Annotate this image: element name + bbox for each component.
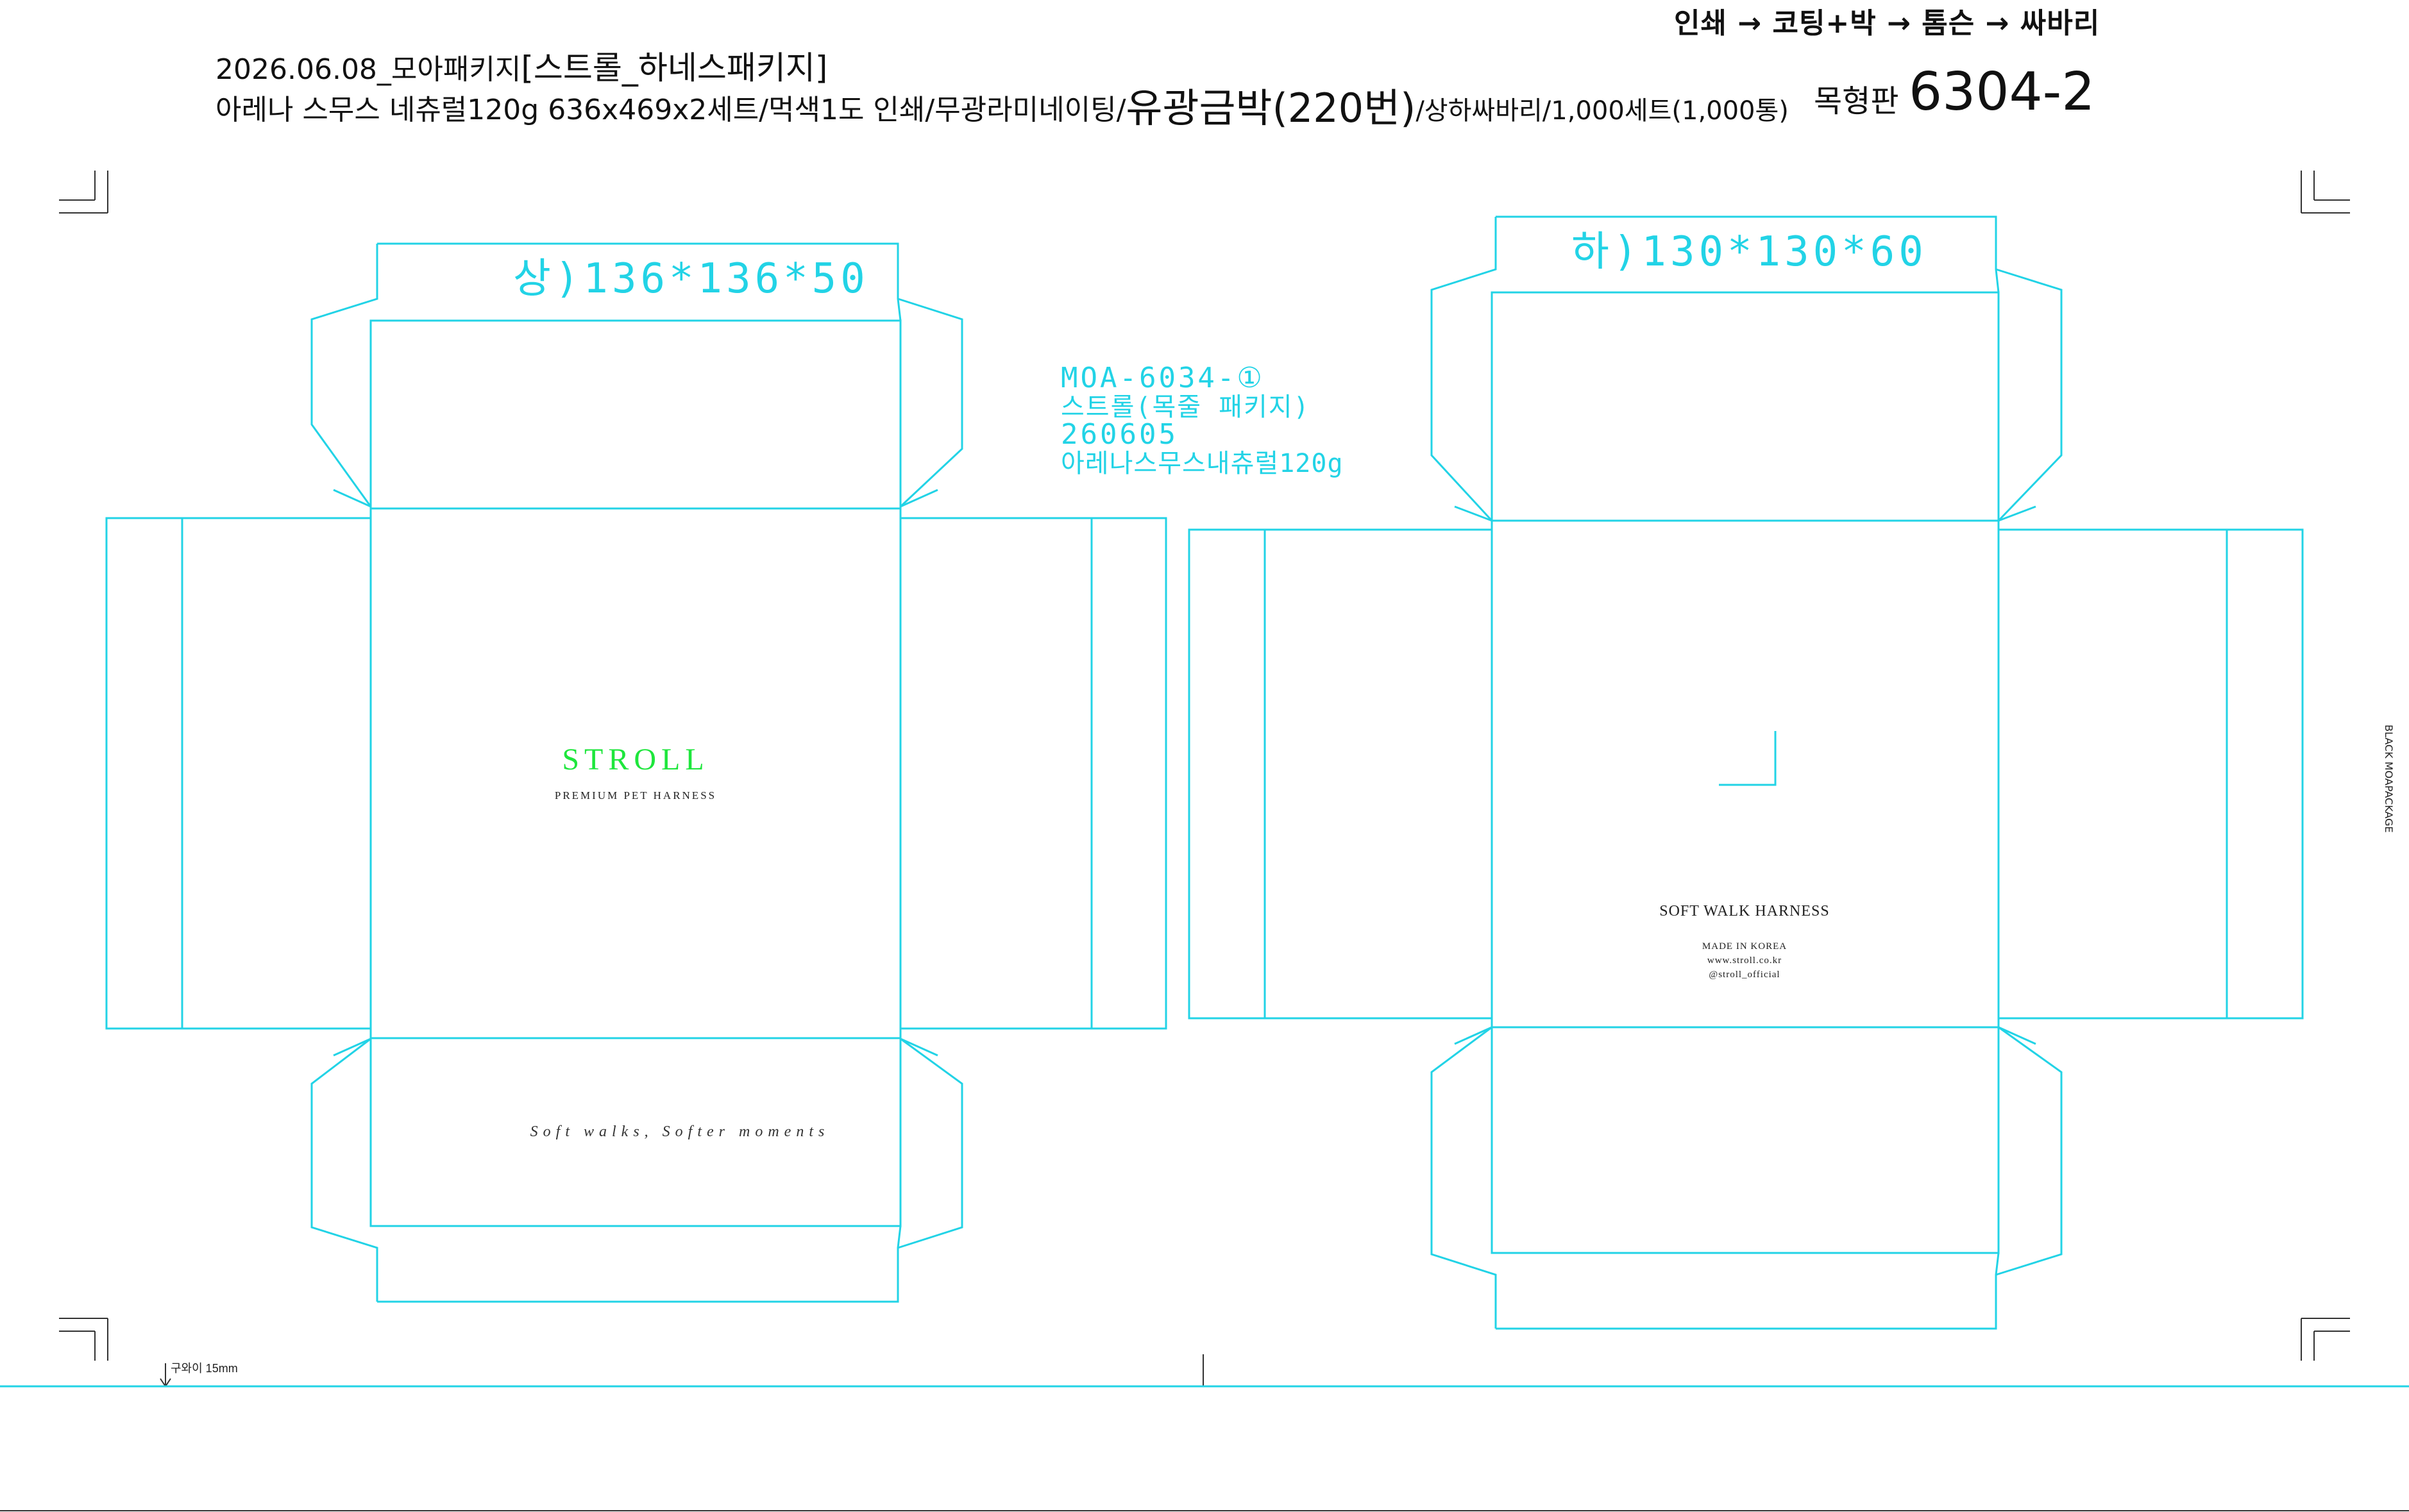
job-code: MOA-6034-① (1061, 362, 1265, 394)
product-name: SOFT WALK HARNESS (1659, 903, 1830, 920)
side-mark-left: BLACK MOAPACKAGE (0, 616, 1, 725)
lid-left-side (105, 517, 371, 1030)
grip-label: 구와이 15mm (171, 1362, 238, 1375)
base-bottom-flap (1496, 1252, 2000, 1330)
lid-bottom-flap (377, 1225, 902, 1303)
base-top-right-tuck (1995, 268, 2063, 522)
base-dimensions: 하)130*130*60 (1571, 228, 1927, 276)
social-handle: @stroll_official (1709, 970, 1780, 980)
job-info: MOA-6034-① 스트롤(목줄 패키지) 260605 아레나스무스내츄럴1… (1061, 362, 1344, 478)
dieline-drawing: 상)136*136*50 하)130*130*60 MOA-6034-① 스트롤… (0, 171, 2409, 1511)
lid-bottom-right-tuck (897, 1037, 963, 1249)
grip-arrow (160, 1363, 171, 1388)
brand-tagline: PREMIUM PET HARNESS (555, 789, 716, 802)
lid-bottom-left-tuck (310, 1037, 378, 1302)
side-mark-right: BLACK MOAPACKAGE (2383, 725, 2395, 833)
base-outer-frame (1491, 291, 2000, 1254)
lid-right-side (900, 517, 1167, 1030)
crop-mark-top-left (59, 171, 108, 214)
base-left-side (1188, 528, 1492, 1020)
base-right-side (1999, 528, 2304, 1020)
job-date: 260605 (1061, 418, 1178, 451)
base-dieline (1188, 215, 2304, 1330)
brand-logo: STROLL (562, 743, 709, 777)
script-slogan: Soft walks, Softer moments (530, 1123, 830, 1140)
crop-mark-bottom-left (59, 1318, 108, 1361)
lid-top-right-tuck (897, 298, 963, 508)
base-bottom-right-tuck (1995, 1026, 2063, 1276)
lid-dimensions: 상)136*136*50 (513, 255, 869, 303)
crop-mark-top-right (2301, 171, 2350, 214)
crop-marks (59, 171, 2350, 1388)
crop-mark-bottom-right (2301, 1318, 2350, 1361)
job-material: 아레나스무스내츄럴120g (1061, 449, 1344, 478)
center-position-mark (1719, 731, 1777, 786)
base-top-left-tuck (1430, 217, 1497, 522)
lid-top-left-tuck (310, 244, 378, 507)
made-in: MADE IN KOREA (1702, 941, 1787, 952)
base-bottom-left-tuck (1430, 1026, 1497, 1329)
website: www.stroll.co.kr (1707, 955, 1782, 966)
